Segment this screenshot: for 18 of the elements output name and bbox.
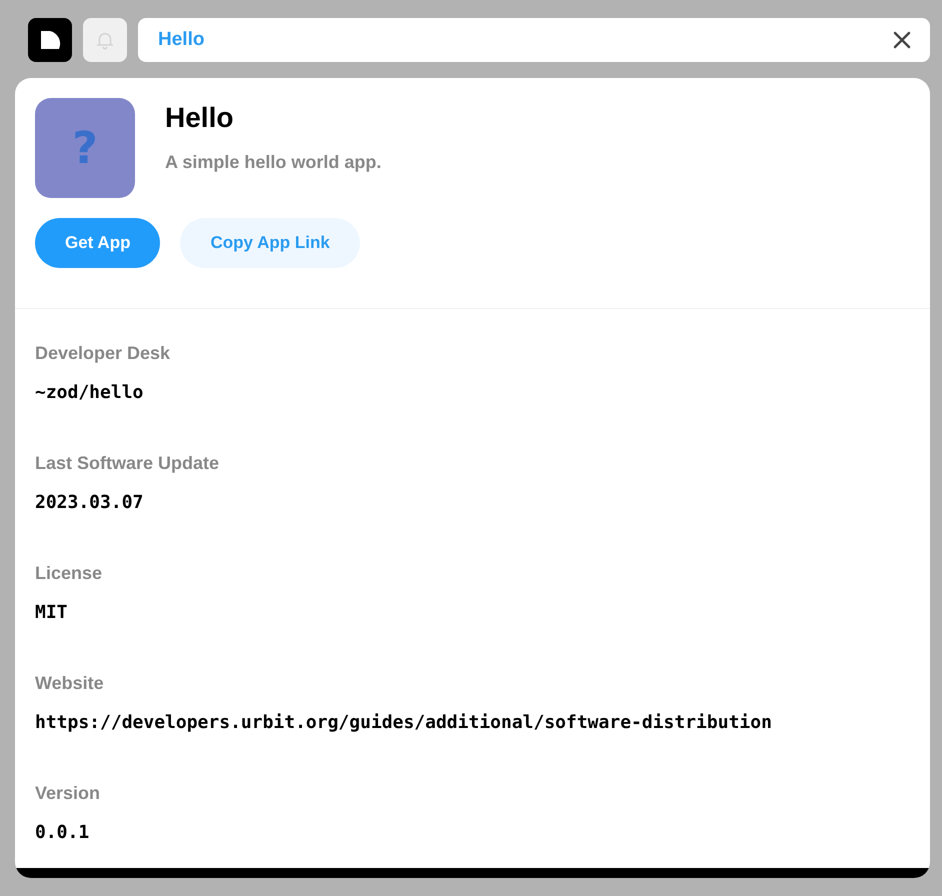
detail-value: 0.0.1	[35, 821, 90, 845]
detail-label: License	[35, 562, 104, 585]
detail-label: Last Software Update	[35, 452, 220, 475]
detail-label: Website	[35, 672, 105, 695]
app-description: A simple hello world app.	[165, 152, 382, 173]
search-field[interactable]: Hello	[138, 18, 930, 62]
detail-value: 2023.03.07	[35, 491, 144, 515]
close-icon[interactable]	[892, 30, 912, 50]
app-icon-glyph: ?	[72, 122, 98, 174]
get-app-button[interactable]: Get App	[35, 218, 160, 268]
logo-button[interactable]	[28, 18, 72, 62]
detail-value: MIT	[35, 601, 69, 625]
detail-label: Version	[35, 782, 102, 805]
detail-value: https://developers.urbit.org/guides/additional/software-distribution	[35, 711, 773, 735]
detail-value: ~zod/hello	[35, 381, 144, 405]
app-title: Hello	[165, 102, 234, 134]
copy-link-button[interactable]: Copy App Link	[180, 218, 360, 268]
detail-label: Developer Desk	[35, 342, 172, 365]
